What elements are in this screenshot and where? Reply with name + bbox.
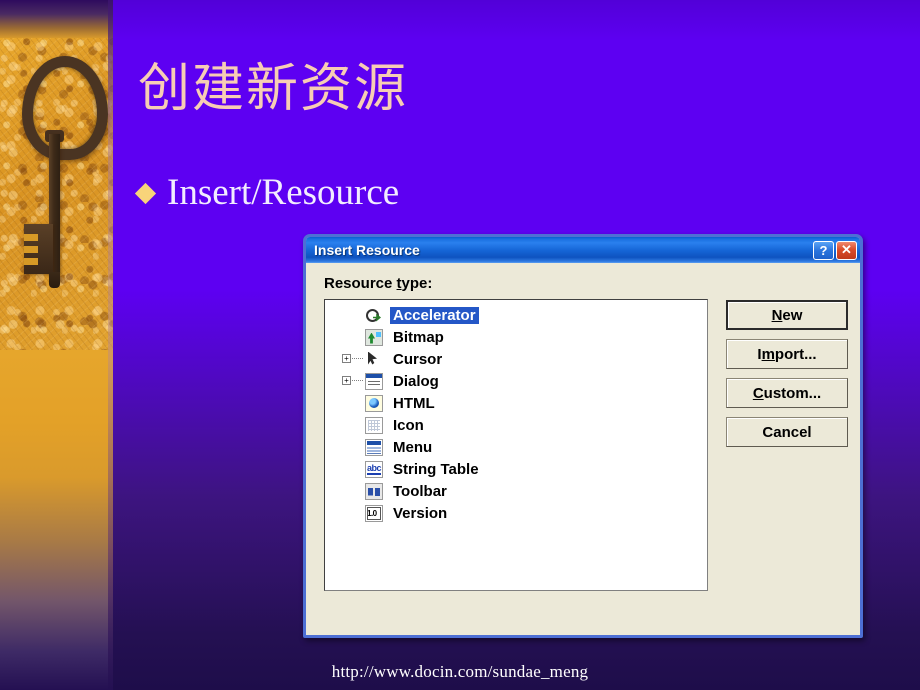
list-item[interactable]: Menu [325, 436, 707, 458]
list-item-label: Bitmap [393, 328, 444, 346]
toolbar-icon [365, 482, 383, 500]
list-item-label: Cursor [393, 350, 443, 368]
bullet-item-label: Insert/Resource [167, 172, 400, 213]
list-item[interactable]: Accelerator [325, 304, 707, 326]
list-item-label: Version [393, 504, 448, 522]
bullet-item: Insert/Resource [134, 172, 400, 214]
custom-button[interactable]: Custom... [726, 378, 848, 408]
slide-sidebar-decoration [0, 0, 113, 690]
list-item[interactable]: Icon [325, 414, 707, 436]
sidebar-top-gradient [0, 0, 113, 40]
list-item-label: Dialog [393, 372, 439, 390]
key-notch [24, 246, 38, 253]
sidebar-bottom-gradient [0, 478, 113, 690]
diamond-bullet-icon [134, 182, 157, 204]
list-item[interactable]: Version [325, 502, 707, 524]
cancel-button[interactable]: Cancel [726, 417, 848, 447]
close-icon[interactable]: ✕ [836, 240, 857, 260]
accelerator-icon [365, 307, 383, 324]
tree-connector [352, 380, 363, 381]
sidebar-right-edge [108, 0, 113, 690]
presentation-slide: 创建新资源 Insert/Resource Insert Resource ? … [0, 0, 920, 690]
key-tip [49, 272, 60, 288]
dialog-title: Insert Resource [314, 242, 420, 258]
list-item-label: Accelerator [390, 306, 479, 324]
new-button[interactable]: New [726, 300, 848, 330]
import-button[interactable]: Import... [726, 339, 848, 369]
dialog-titlebar[interactable]: Insert Resource ? ✕ [306, 237, 860, 263]
cursor-icon [365, 351, 383, 368]
version-icon [365, 504, 383, 522]
footer-url: http://www.docin.com/sundae_meng [331, 662, 589, 681]
html-icon [365, 394, 383, 412]
insert-resource-dialog: Insert Resource ? ✕ Resource type: Accel… [303, 234, 863, 638]
page-title: 创建新资源 [138, 59, 409, 119]
key-notch [24, 234, 38, 241]
resource-type-listbox[interactable]: Accelerator Bitmap + Cursor + Dialog HTM… [324, 299, 708, 591]
string-table-icon [365, 460, 383, 478]
resource-type-label: Resource type: [324, 275, 433, 292]
sidebar-orange-band [0, 350, 113, 480]
menu-icon [365, 438, 383, 456]
list-item-label: Icon [393, 416, 424, 434]
list-item[interactable]: Bitmap [325, 326, 707, 348]
bitmap-icon [365, 328, 383, 346]
list-item-label: HTML [393, 394, 435, 412]
list-item[interactable]: Toolbar [325, 480, 707, 502]
antique-key-icon [0, 38, 113, 350]
tree-connector [352, 358, 363, 359]
key-bow [22, 56, 108, 160]
expand-icon[interactable]: + [342, 354, 351, 363]
dialog-body: Resource type: Accelerator Bitmap + Curs… [306, 263, 860, 635]
list-item[interactable]: HTML [325, 392, 707, 414]
list-item[interactable]: String Table [325, 458, 707, 480]
expand-icon[interactable]: + [342, 376, 351, 385]
list-item-label: Toolbar [393, 482, 447, 500]
list-item[interactable]: + Dialog [325, 370, 707, 392]
key-notch [24, 258, 38, 265]
list-item[interactable]: + Cursor [325, 348, 707, 370]
help-icon[interactable]: ? [813, 240, 834, 260]
list-item-label: String Table [393, 460, 479, 478]
list-item-label: Menu [393, 438, 433, 456]
dialog-icon [365, 372, 383, 390]
icon-icon [365, 416, 383, 434]
